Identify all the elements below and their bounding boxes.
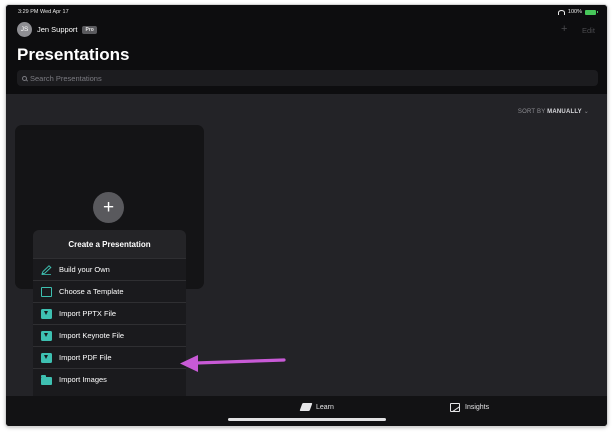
tab-insights[interactable]: Insights (450, 403, 489, 412)
page-title: Presentations (17, 45, 130, 64)
folder-icon (41, 374, 52, 385)
tab-learn[interactable]: Learn (299, 403, 334, 411)
create-presentation-popover: Create a Presentation Build your Own Cho… (33, 230, 186, 410)
insights-icon (450, 403, 460, 412)
search-bar[interactable] (17, 70, 598, 86)
app-window: 3:29 PM Wed Apr 17 100% JS Jen Support P… (6, 5, 607, 426)
wifi-icon (557, 9, 565, 15)
pro-badge: Pro (82, 25, 97, 34)
edit-button[interactable]: Edit (582, 26, 595, 35)
menu-item-import-keynote[interactable]: Import Keynote File (33, 324, 186, 346)
menu-item-choose-template[interactable]: Choose a Template (33, 280, 186, 302)
tab-bar: Learn Insights (6, 396, 607, 426)
status-icons: 100% (557, 9, 598, 15)
search-icon (22, 75, 27, 81)
popover-title: Create a Presentation (33, 230, 186, 258)
status-time: 3:29 PM Wed Apr 17 (18, 9, 69, 15)
menu-item-import-pptx[interactable]: Import PPTX File (33, 302, 186, 324)
import-icon (41, 308, 52, 319)
header: 3:29 PM Wed Apr 17 100% JS Jen Support P… (6, 5, 607, 94)
pencil-icon (41, 264, 52, 275)
menu-item-label: Import Images (59, 375, 107, 384)
menu-item-label: Import PDF File (59, 353, 112, 362)
add-presentation-button[interactable]: + (561, 23, 567, 35)
chevron-down-icon: ⌄ (583, 109, 589, 115)
battery-icon (585, 9, 598, 15)
menu-item-label: Build your Own (59, 265, 110, 274)
search-input[interactable] (30, 73, 590, 83)
avatar[interactable]: JS (17, 22, 32, 37)
menu-item-label: Import PPTX File (59, 309, 117, 318)
sort-prefix: SORT BY (517, 109, 546, 115)
menu-item-import-pdf[interactable]: Import PDF File (33, 346, 186, 368)
add-circle-button[interactable]: + (93, 192, 124, 223)
user-account[interactable]: JS Jen Support Pro (17, 22, 97, 37)
menu-item-build-your-own[interactable]: Build your Own (33, 258, 186, 280)
battery-percent: 100% (567, 9, 582, 15)
learn-icon (299, 403, 313, 411)
tab-label: Learn (316, 403, 334, 411)
menu-item-label: Import Keynote File (59, 331, 125, 340)
template-icon (41, 286, 52, 297)
user-name: Jen Support (37, 25, 78, 34)
menu-item-label: Choose a Template (59, 287, 124, 296)
home-indicator (228, 418, 386, 421)
import-icon (41, 352, 52, 363)
sort-control[interactable]: SORT BY MANUALLY ⌄ (518, 108, 589, 115)
tab-label: Insights (465, 404, 490, 411)
menu-item-import-images[interactable]: Import Images (33, 368, 186, 390)
sort-value: MANUALLY (547, 109, 582, 115)
import-icon (41, 330, 52, 341)
